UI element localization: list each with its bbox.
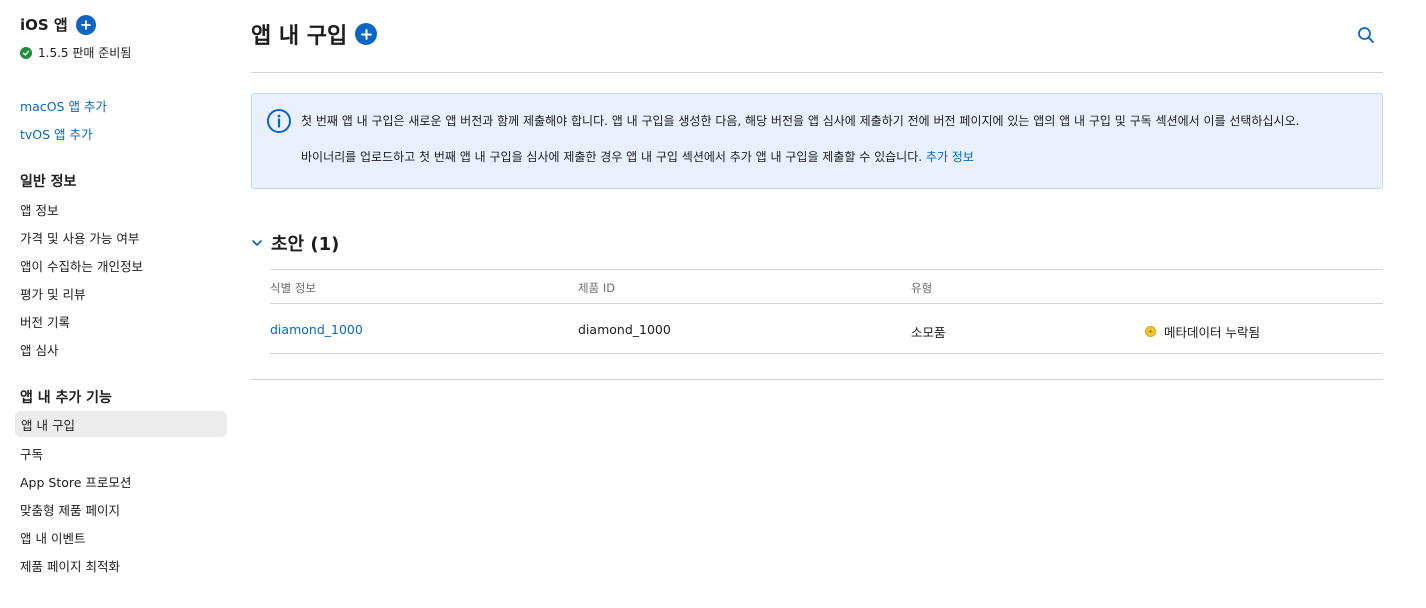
search-icon <box>1358 27 1374 43</box>
info-icon <box>266 108 292 138</box>
add-platform-button[interactable] <box>75 14 96 35</box>
sidebar-item-in-app-purchases[interactable]: 앱 내 구입 <box>15 411 227 437</box>
plus-icon <box>80 19 91 30</box>
version-status: 1.5.5 판매 준비됨 <box>20 44 131 61</box>
info-banner: 첫 번째 앱 내 구입은 새로운 앱 버전과 함께 제출해야 합니다. 앱 내 … <box>251 93 1383 189</box>
column-header-product-id: 제품 ID <box>578 281 616 295</box>
general-info-heading: 일반 정보 <box>20 174 77 190</box>
reference-name-link[interactable]: diamond_1000 <box>270 322 363 337</box>
check-circle-icon <box>20 46 32 59</box>
type-cell: 소모품 <box>911 325 946 340</box>
status-text: 메타데이터 누락됨 <box>1164 325 1260 340</box>
version-status-text: 1.5.5 판매 준비됨 <box>38 46 132 60</box>
info-text-line1: 첫 번째 앱 내 구입은 새로운 앱 버전과 함께 제출해야 합니다. 앱 내 … <box>301 114 1300 128</box>
column-header-type: 유형 <box>911 281 933 295</box>
in-app-purchase-table: 식별 정보 제품 ID 유형 diamond_1000 diamond_1000… <box>270 269 1383 354</box>
platform-header: iOS 앱 <box>20 14 96 35</box>
sidebar: iOS 앱 1.5.5 판매 준비됨 macOS 앱 추가 tvOS 앱 추가 … <box>0 0 240 608</box>
sidebar-item-app-review[interactable]: 앱 심사 <box>20 340 58 359</box>
sidebar-item-subscriptions[interactable]: 구독 <box>20 444 43 463</box>
sidebar-item-app-store-promotion[interactable]: App Store 프로모션 <box>20 472 131 491</box>
drafts-section-toggle[interactable]: 초안 (1) <box>251 230 339 256</box>
table-header: 식별 정보 제품 ID 유형 <box>270 270 1383 304</box>
platform-title: iOS 앱 <box>20 16 68 34</box>
features-heading: 앱 내 추가 기능 <box>20 390 112 406</box>
sidebar-item-product-page-optimization[interactable]: 제품 페이지 최적화 <box>20 556 120 575</box>
page-header: 앱 내 구입 <box>251 18 378 50</box>
add-in-app-purchase-button[interactable] <box>355 23 378 45</box>
header-divider <box>251 72 1383 73</box>
product-id-cell: diamond_1000 <box>578 322 671 337</box>
sidebar-item-in-app-events[interactable]: 앱 내 이벤트 <box>20 528 85 547</box>
sidebar-item-ratings[interactable]: 평가 및 리뷰 <box>20 284 85 303</box>
table-row: diamond_1000 diamond_1000 소모품 메타데이터 누락됨 <box>270 304 1383 354</box>
warning-dot-icon <box>1145 326 1156 337</box>
sidebar-item-pricing[interactable]: 가격 및 사용 가능 여부 <box>20 228 139 247</box>
info-text-line2-body: 바이너리를 업로드하고 첫 번째 앱 내 구입을 심사에 제출한 경우 앱 내 … <box>301 150 923 164</box>
add-tvos-app-link[interactable]: tvOS 앱 추가 <box>20 124 93 143</box>
sidebar-item-version-history[interactable]: 버전 기록 <box>20 312 70 331</box>
column-header-reference: 식별 정보 <box>270 281 316 295</box>
search-button[interactable] <box>1357 26 1375 48</box>
status-cell: 메타데이터 누락됨 <box>1145 322 1260 341</box>
sidebar-item-app-info[interactable]: 앱 정보 <box>20 200 58 219</box>
sidebar-item-label: 앱 내 구입 <box>21 417 75 433</box>
section-bottom-divider <box>251 379 1383 380</box>
main-content: 앱 내 구입 첫 번째 앱 내 구입은 새로운 앱 버전과 함께 제출해야 합니… <box>251 0 1383 608</box>
page-title: 앱 내 구입 <box>251 24 348 49</box>
info-text-line2: 바이너리를 업로드하고 첫 번째 앱 내 구입을 심사에 제출한 경우 앱 내 … <box>301 148 974 165</box>
add-macos-app-link[interactable]: macOS 앱 추가 <box>20 96 107 115</box>
chevron-down-icon <box>252 240 262 246</box>
section-title: 초안 (1) <box>271 234 340 255</box>
plus-icon <box>360 28 372 40</box>
sidebar-item-privacy[interactable]: 앱이 수집하는 개인정보 <box>20 256 143 275</box>
learn-more-link[interactable]: 추가 정보 <box>926 150 974 164</box>
sidebar-item-custom-product-pages[interactable]: 맞춤형 제품 페이지 <box>20 500 120 519</box>
